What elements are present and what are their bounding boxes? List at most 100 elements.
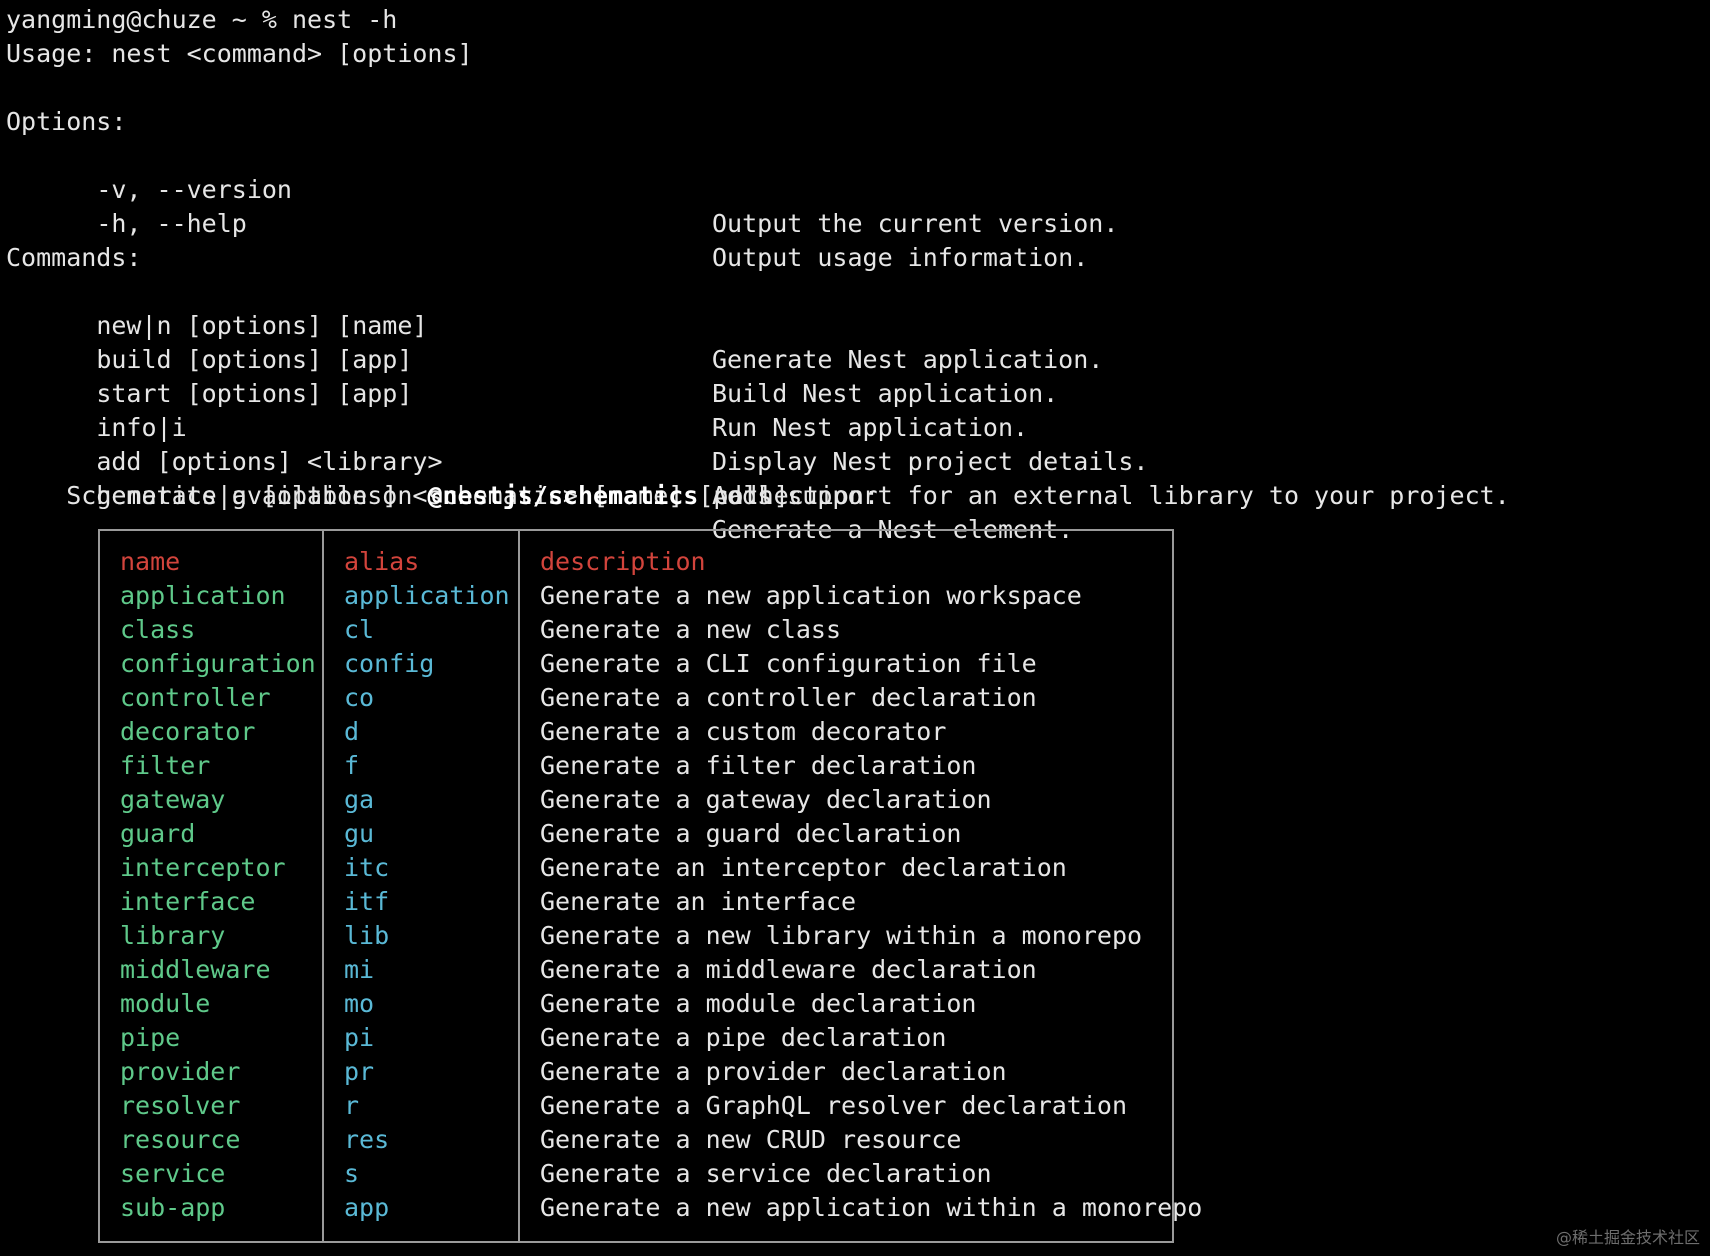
schematic-alias: application xyxy=(344,581,510,610)
table-row: decorator d Generate a custom decorator xyxy=(100,715,1172,749)
option-desc: Output usage information. xyxy=(712,243,1089,272)
options-header: Options: xyxy=(6,107,127,136)
table-row: library lib Generate a new library within … xyxy=(100,919,1172,953)
command-line: start [options] [app] Run Nest applicati… xyxy=(6,343,1028,442)
schematic-name: pipe xyxy=(120,1023,181,1052)
schematic-name: provider xyxy=(120,1057,241,1086)
schematic-name: interface xyxy=(120,887,256,916)
header-alias: alias xyxy=(344,547,420,576)
schematic-description: Generate a new application within a mono… xyxy=(540,1193,1203,1222)
schematic-description: Generate a custom decorator xyxy=(540,717,947,746)
schematic-alias: d xyxy=(344,717,360,746)
table-row: class cl Generate a new class xyxy=(100,613,1172,647)
schematic-alias: ga xyxy=(344,785,375,814)
schematic-description: Generate a module declaration xyxy=(540,989,977,1018)
schematic-description: Generate a new class xyxy=(540,615,842,644)
table-row: module mo Generate a module declaration xyxy=(100,987,1172,1021)
schematic-name: library xyxy=(120,921,226,950)
table-row: interceptor itc Generate an interceptor de… xyxy=(100,851,1172,885)
command-line: add [options] <library> Adds support for… xyxy=(6,411,1509,510)
schematic-alias: app xyxy=(344,1193,390,1222)
table-row: resource res Generate a new CRUD resource xyxy=(100,1123,1172,1157)
table-row: configuration config Generate a CLI config… xyxy=(100,647,1172,681)
schematic-name: gateway xyxy=(120,785,226,814)
schematic-name: interceptor xyxy=(120,853,286,882)
table-row: middleware mi Generate a middleware declar… xyxy=(100,953,1172,987)
schematics-suffix: collection: xyxy=(698,481,879,510)
schematic-description: Generate a new application workspace xyxy=(540,581,1082,610)
table-row: guard gu Generate a guard declaration xyxy=(100,817,1172,851)
schematic-alias: mo xyxy=(344,989,375,1018)
table-row: filter f Generate a filter declaration xyxy=(100,749,1172,783)
schematic-alias: pi xyxy=(344,1023,375,1052)
schematic-description: Generate a GraphQL resolver declaration xyxy=(540,1091,1127,1120)
schematic-name: application xyxy=(120,581,286,610)
table-row: provider pr Generate a provider declaratio… xyxy=(100,1055,1172,1089)
schematic-name: resolver xyxy=(120,1091,241,1120)
schematics-collection: @nestjs/schematics xyxy=(427,481,699,510)
schematic-description: Generate a CLI configuration file xyxy=(540,649,1037,678)
schematic-alias: lib xyxy=(344,921,390,950)
schematic-description: Generate an interface xyxy=(540,887,857,916)
schematic-alias: pr xyxy=(344,1057,375,1086)
usage-line: Usage: nest <command> [options] xyxy=(6,39,473,68)
schematic-alias: itc xyxy=(344,853,390,882)
schematic-description: Generate a guard declaration xyxy=(540,819,962,848)
schematic-alias: cl xyxy=(344,615,375,644)
table-header-row: name alias description xyxy=(100,545,1172,579)
table-row: service s Generate a service declaration xyxy=(100,1157,1172,1191)
header-description: description xyxy=(540,547,706,576)
schematic-description: Generate a middleware declaration xyxy=(540,955,1037,984)
prompt-line: yangming@chuze ~ % nest -h xyxy=(6,5,398,34)
schematic-description: Generate a new CRUD resource xyxy=(540,1125,962,1154)
schematic-name: controller xyxy=(120,683,271,712)
schematic-name: module xyxy=(120,989,211,1018)
schematic-description: Generate a provider declaration xyxy=(540,1057,1007,1086)
schematic-name: middleware xyxy=(120,955,271,984)
schematic-name: class xyxy=(120,615,196,644)
schematic-alias: r xyxy=(344,1091,360,1120)
schematic-alias: config xyxy=(344,649,435,678)
table-row: interface itf Generate an interface xyxy=(100,885,1172,919)
option-flag: -h, --help xyxy=(66,209,247,238)
table-row: sub-app app Generate a new application wit… xyxy=(100,1191,1202,1225)
commands-header: Commands: xyxy=(6,243,142,272)
schematic-description: Generate a pipe declaration xyxy=(540,1023,947,1052)
schematic-name: configuration xyxy=(120,649,316,678)
table-row: resolver r Generate a GraphQL resolver dec… xyxy=(100,1089,1172,1123)
schematic-alias: mi xyxy=(344,955,375,984)
header-name: name xyxy=(120,547,181,576)
schematic-alias: itf xyxy=(344,887,390,916)
schematic-alias: s xyxy=(344,1159,360,1188)
schematic-description: Generate a controller declaration xyxy=(540,683,1037,712)
command-desc: Build Nest application. xyxy=(712,379,1059,408)
schematic-name: guard xyxy=(120,819,196,848)
schematics-prefix: Schematics available on xyxy=(6,481,428,510)
command-line: build [options] [app] Build Nest applica… xyxy=(6,309,1058,408)
option-line: -h, --help Output usage information. xyxy=(6,173,1088,272)
schematic-description: Generate a service declaration xyxy=(540,1159,992,1188)
schematic-name: sub-app xyxy=(120,1193,226,1222)
watermark: @稀土掘金技术社区 xyxy=(1555,1228,1700,1247)
schematic-alias: gu xyxy=(344,819,375,848)
command-desc: Run Nest application. xyxy=(712,413,1029,442)
schematic-name: service xyxy=(120,1159,226,1188)
option-desc: Output the current version. xyxy=(712,209,1119,238)
schematic-description: Generate a new library within a monorepo xyxy=(540,921,1143,950)
schematic-description: Generate an interceptor declaration xyxy=(540,853,1067,882)
table-row: pipe pi Generate a pipe declaration xyxy=(100,1021,1172,1055)
schematic-alias: f xyxy=(344,751,360,780)
table-row: gateway ga Generate a gateway declaration xyxy=(100,783,1172,817)
table-row: controller co Generate a controller declar… xyxy=(100,681,1172,715)
command-line: info|i Display Nest project details. xyxy=(6,377,1148,476)
schematic-name: resource xyxy=(120,1125,241,1154)
command-line: new|n [options] [name] Generate Nest app… xyxy=(6,275,1103,374)
schematic-name: filter xyxy=(120,751,211,780)
schematic-name: decorator xyxy=(120,717,256,746)
table-row: application application Generate a new app… xyxy=(100,579,1172,613)
schematic-description: Generate a gateway declaration xyxy=(540,785,992,814)
schematics-line: Schematics available on @nestjs/schemati… xyxy=(6,479,879,513)
schematic-description: Generate a filter declaration xyxy=(540,751,977,780)
schematic-alias: co xyxy=(344,683,375,712)
option-line: -v, --version Output the current version… xyxy=(6,139,1118,238)
